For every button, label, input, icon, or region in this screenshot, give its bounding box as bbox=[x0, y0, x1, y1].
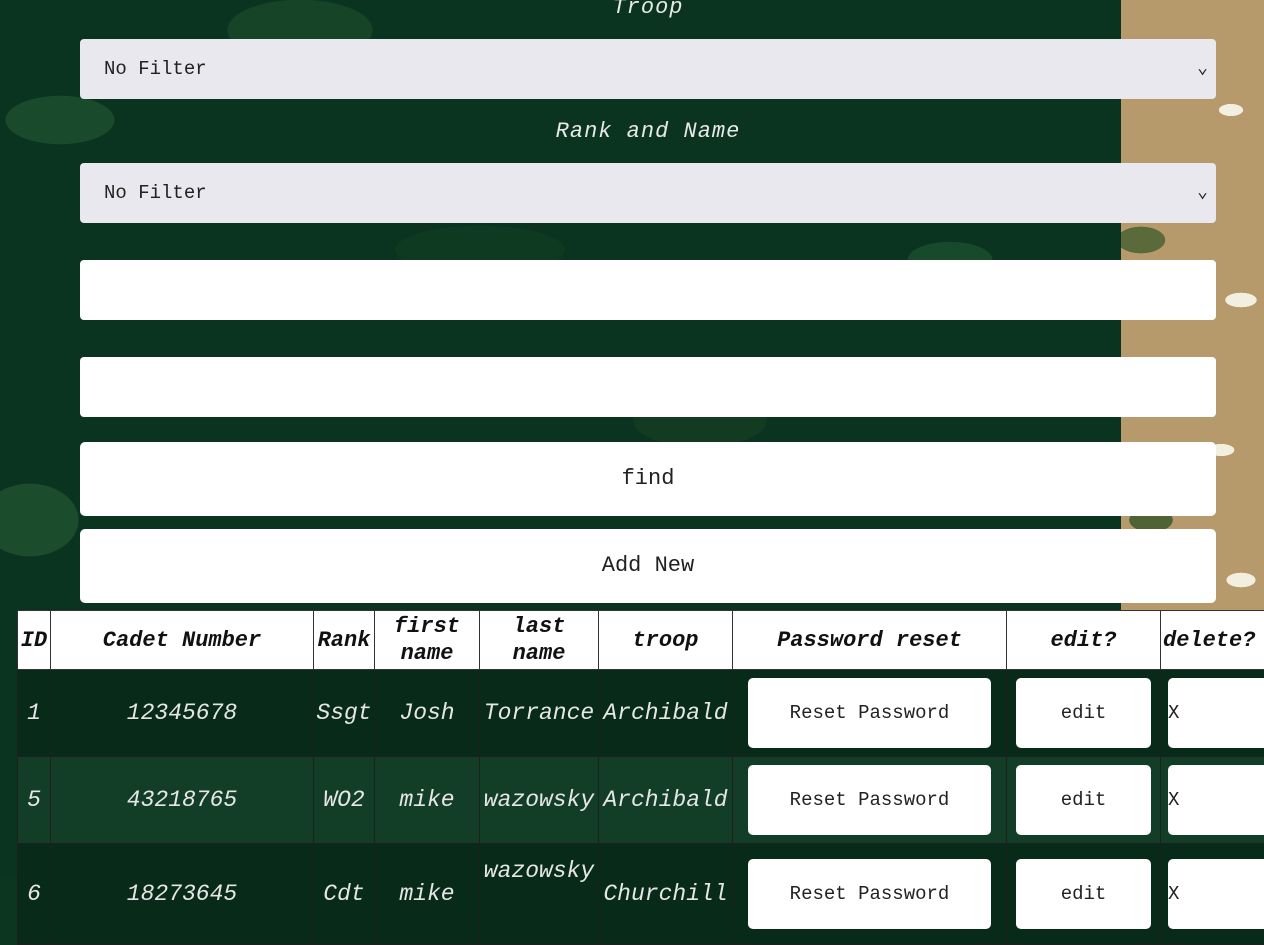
cell-id: 1 bbox=[18, 670, 51, 757]
cell-cadet-number: 12345678 bbox=[51, 670, 314, 757]
cell-rank: Ssgt bbox=[314, 670, 375, 757]
find-button[interactable]: find bbox=[80, 442, 1216, 516]
cell-delete: X bbox=[1161, 844, 1264, 945]
table-row: 6 18273645 Cdt mike wazowsky Churchill R… bbox=[18, 844, 1264, 945]
header-password-reset: Password reset bbox=[733, 611, 1007, 670]
cell-delete: X bbox=[1161, 670, 1264, 757]
cadet-table: ID Cadet Number Rank first name last nam… bbox=[17, 610, 1264, 945]
cell-edit: edit bbox=[1007, 844, 1161, 945]
cell-id: 5 bbox=[18, 757, 51, 844]
cell-first-name: Josh bbox=[375, 670, 480, 757]
header-cadet-number: Cadet Number bbox=[51, 611, 314, 670]
troop-filter-select[interactable]: No Filter ⌄ bbox=[80, 39, 1216, 99]
table-header-row: ID Cadet Number Rank first name last nam… bbox=[18, 611, 1264, 670]
cell-last-name: wazowsky bbox=[480, 757, 599, 844]
chevron-down-icon: ⌄ bbox=[1197, 39, 1208, 99]
cell-troop: Archibald bbox=[599, 670, 733, 757]
cell-first-name: mike bbox=[375, 844, 480, 945]
add-new-button[interactable]: Add New bbox=[80, 529, 1216, 603]
delete-button[interactable]: X bbox=[1168, 859, 1264, 929]
cell-cadet-number: 43218765 bbox=[51, 757, 314, 844]
edit-button[interactable]: edit bbox=[1016, 765, 1151, 835]
header-delete: delete? bbox=[1161, 611, 1264, 670]
header-first-name: first name bbox=[375, 611, 480, 670]
cell-cadet-number: 18273645 bbox=[51, 844, 314, 945]
reset-password-button[interactable]: Reset Password bbox=[748, 678, 991, 748]
reset-password-button[interactable]: Reset Password bbox=[748, 765, 991, 835]
cell-last-name: wazowsky bbox=[480, 844, 599, 945]
header-rank: Rank bbox=[314, 611, 375, 670]
header-edit: edit? bbox=[1007, 611, 1161, 670]
cell-rank: WO2 bbox=[314, 757, 375, 844]
cell-troop: Archibald bbox=[599, 757, 733, 844]
cell-rank: Cdt bbox=[314, 844, 375, 945]
cell-password-reset: Reset Password bbox=[733, 757, 1007, 844]
header-last-name: last name bbox=[480, 611, 599, 670]
cell-password-reset: Reset Password bbox=[733, 844, 1007, 945]
troop-filter-value: No Filter bbox=[104, 58, 207, 80]
header-id: ID bbox=[18, 611, 51, 670]
cell-id: 6 bbox=[18, 844, 51, 945]
cell-edit: edit bbox=[1007, 670, 1161, 757]
rank-name-filter-value: No Filter bbox=[104, 182, 207, 204]
rank-name-filter-select[interactable]: No Filter ⌄ bbox=[80, 163, 1216, 223]
table-row: 1 12345678 Ssgt Josh Torrance Archibald … bbox=[18, 670, 1264, 757]
table-row: 5 43218765 WO2 mike wazowsky Archibald R… bbox=[18, 757, 1264, 844]
search-input-2[interactable] bbox=[80, 357, 1216, 417]
cell-password-reset: Reset Password bbox=[733, 670, 1007, 757]
header-troop: troop bbox=[599, 611, 733, 670]
cell-edit: edit bbox=[1007, 757, 1161, 844]
edit-button[interactable]: edit bbox=[1016, 678, 1151, 748]
edit-button[interactable]: edit bbox=[1016, 859, 1151, 929]
rank-name-filter-label: Rank and Name bbox=[80, 119, 1216, 144]
cell-troop: Churchill bbox=[599, 844, 733, 945]
cell-first-name: mike bbox=[375, 757, 480, 844]
chevron-down-icon: ⌄ bbox=[1197, 163, 1208, 223]
reset-password-button[interactable]: Reset Password bbox=[748, 859, 991, 929]
search-input-1[interactable] bbox=[80, 260, 1216, 320]
delete-button[interactable]: X bbox=[1168, 678, 1264, 748]
cell-last-name: Torrance bbox=[480, 670, 599, 757]
troop-filter-label: Troop bbox=[80, 0, 1216, 20]
cell-delete: X bbox=[1161, 757, 1264, 844]
delete-button[interactable]: X bbox=[1168, 765, 1264, 835]
